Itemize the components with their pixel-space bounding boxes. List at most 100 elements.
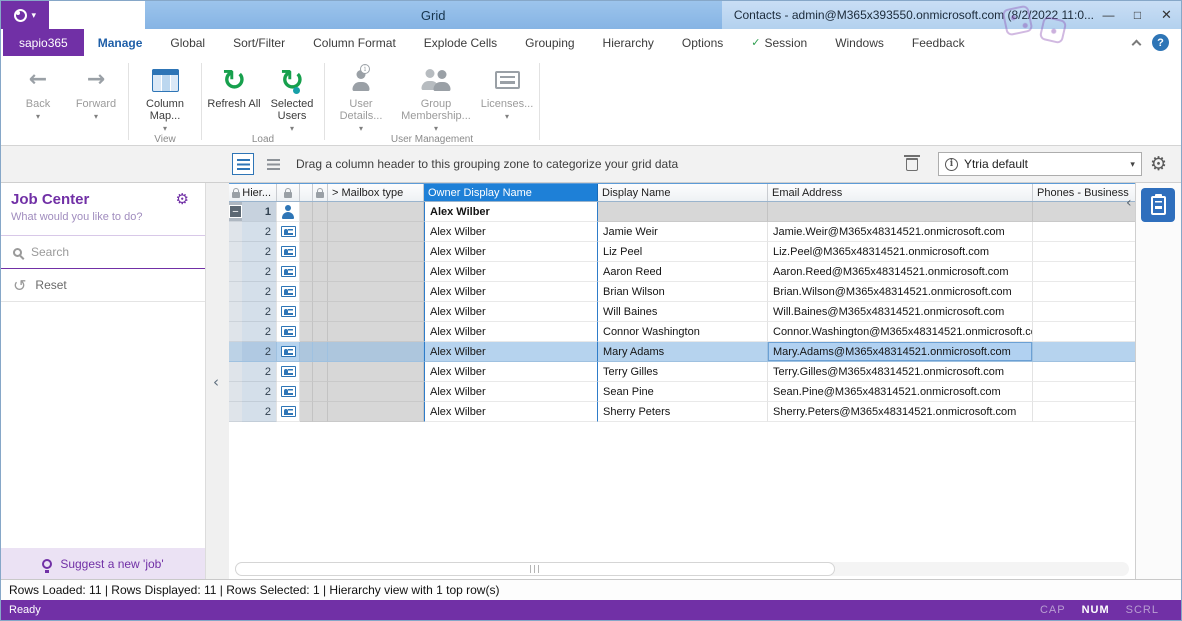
cell-expand[interactable] [229, 222, 242, 242]
cell-display-name[interactable]: Brian Wilson [598, 282, 768, 302]
cell-display-name[interactable]: Will Baines [598, 302, 768, 322]
cell-blank[interactable] [313, 302, 328, 322]
minimize-button[interactable]: — [1094, 1, 1123, 29]
view-mode-list-button[interactable] [262, 153, 284, 175]
cell-row-icon[interactable] [277, 382, 300, 402]
contact-row[interactable]: 2 Alex Wilber Jamie Weir Jamie.Weir@M365… [229, 222, 1135, 242]
cell-blank[interactable] [313, 282, 328, 302]
cell-email-address[interactable]: Mary.Adams@M365x48314521.onmicrosoft.com [768, 342, 1033, 362]
cell-email-address[interactable]: Connor.Washington@M365x48314521.onmicros… [768, 322, 1033, 342]
cell-email-address[interactable]: Aaron.Reed@M365x48314521.onmicrosoft.com [768, 262, 1033, 282]
column-header-phones-business[interactable]: Phones - Business [1033, 184, 1135, 201]
cell-row-icon[interactable] [277, 242, 300, 262]
collapse-ribbon-icon[interactable] [1132, 40, 1142, 50]
tab-windows[interactable]: Windows [821, 29, 898, 56]
contact-row[interactable]: 2 Alex Wilber Will Baines Will.Baines@M3… [229, 302, 1135, 322]
cell-mailbox-type[interactable] [328, 402, 424, 422]
cell-blank[interactable] [300, 282, 313, 302]
cell-hierarchy-level[interactable]: 2 [242, 242, 277, 262]
user-details-button[interactable]: i User Details... ▾ [328, 58, 394, 133]
cell-hierarchy-level[interactable]: 2 [242, 262, 277, 282]
cell-blank[interactable] [300, 322, 313, 342]
cell-phones-business[interactable] [1033, 382, 1135, 402]
cell-blank[interactable] [313, 362, 328, 382]
column-header-mailbox-type[interactable]: > Mailbox type [328, 184, 424, 201]
reset-button[interactable]: ↺ Reset [1, 269, 205, 302]
cell-blank[interactable] [313, 382, 328, 402]
cell-email-address[interactable] [768, 202, 1033, 222]
cell-expand[interactable] [229, 322, 242, 342]
contact-row[interactable]: 2 Alex Wilber Connor Washington Connor.W… [229, 322, 1135, 342]
cell-email-address[interactable]: Terry.Gilles@M365x48314521.onmicrosoft.c… [768, 362, 1033, 382]
cell-hierarchy-level[interactable]: 1 [242, 202, 277, 222]
cell-expand[interactable] [229, 342, 242, 362]
cell-display-name[interactable] [598, 202, 768, 222]
back-button[interactable]: ← Back ▾ [9, 58, 67, 121]
cell-blank[interactable] [300, 202, 313, 222]
cell-display-name[interactable]: Sherry Peters [598, 402, 768, 422]
cell-owner-display-name[interactable]: Alex Wilber [424, 202, 598, 222]
cell-owner-display-name[interactable]: Alex Wilber [424, 402, 598, 422]
cell-row-icon[interactable] [277, 402, 300, 422]
cell-expand[interactable] [229, 382, 242, 402]
cell-display-name[interactable]: Mary Adams [598, 342, 768, 362]
tab-grouping[interactable]: Grouping [511, 29, 588, 56]
cell-owner-display-name[interactable]: Alex Wilber [424, 362, 598, 382]
cell-expand[interactable] [229, 282, 242, 302]
tab-sort-filter[interactable]: Sort/Filter [219, 29, 299, 56]
cell-email-address[interactable]: Jamie.Weir@M365x48314521.onmicrosoft.com [768, 222, 1033, 242]
quick-access-caret-icon[interactable]: ▾ [32, 10, 37, 21]
tab-options[interactable]: Options [668, 29, 737, 56]
cell-blank[interactable] [300, 262, 313, 282]
contact-row[interactable]: 2 Alex Wilber Aaron Reed Aaron.Reed@M365… [229, 262, 1135, 282]
tab-global[interactable]: Global [156, 29, 219, 56]
cell-blank[interactable] [300, 222, 313, 242]
cell-row-icon[interactable] [277, 222, 300, 242]
expand-right-panel-icon[interactable]: ‹ [1126, 195, 1132, 211]
licenses-button[interactable]: Licenses... ▾ [478, 58, 536, 121]
cell-owner-display-name[interactable]: Alex Wilber [424, 222, 598, 242]
refresh-all-button[interactable]: ↻ Refresh All [205, 58, 263, 110]
job-search-input[interactable]: Search [1, 235, 205, 269]
cell-expand[interactable] [229, 402, 242, 422]
column-header-lock[interactable] [229, 184, 242, 201]
cell-mailbox-type[interactable] [328, 242, 424, 262]
cell-display-name[interactable]: Sean Pine [598, 382, 768, 402]
cell-blank[interactable] [313, 322, 328, 342]
cell-mailbox-type[interactable] [328, 262, 424, 282]
cell-row-icon[interactable] [277, 342, 300, 362]
cell-hierarchy-level[interactable]: 2 [242, 402, 277, 422]
column-header-owner-display-name[interactable]: Owner Display Name [424, 184, 598, 201]
cell-expand[interactable]: − [229, 202, 242, 222]
cell-display-name[interactable]: Connor Washington [598, 322, 768, 342]
horizontal-scrollbar[interactable] [235, 562, 1129, 576]
cell-row-icon[interactable] [277, 282, 300, 302]
cell-email-address[interactable]: Sean.Pine@M365x48314521.onmicrosoft.com [768, 382, 1033, 402]
cell-blank[interactable] [313, 262, 328, 282]
cell-blank[interactable] [300, 382, 313, 402]
contact-row[interactable]: 2 Alex Wilber Sherry Peters Sherry.Peter… [229, 402, 1135, 422]
cell-display-name[interactable]: Aaron Reed [598, 262, 768, 282]
cell-phones-business[interactable] [1033, 362, 1135, 382]
cell-hierarchy-level[interactable]: 2 [242, 302, 277, 322]
cell-mailbox-type[interactable] [328, 222, 424, 242]
cell-email-address[interactable]: Will.Baines@M365x48314521.onmicrosoft.co… [768, 302, 1033, 322]
column-header-email-address[interactable]: Email Address [768, 184, 1033, 201]
contact-row[interactable]: 2 Alex Wilber Liz Peel Liz.Peel@M365x483… [229, 242, 1135, 262]
cell-hierarchy-level[interactable]: 2 [242, 222, 277, 242]
collapse-sidebar-icon[interactable]: ‹ [213, 373, 219, 391]
cell-phones-business[interactable] [1033, 242, 1135, 262]
cell-blank[interactable] [300, 342, 313, 362]
tab-explode-cells[interactable]: Explode Cells [410, 29, 511, 56]
cell-blank[interactable] [300, 242, 313, 262]
cell-expand[interactable] [229, 302, 242, 322]
cell-owner-display-name[interactable]: Alex Wilber [424, 302, 598, 322]
tab-column-format[interactable]: Column Format [299, 29, 410, 56]
cell-owner-display-name[interactable]: Alex Wilber [424, 342, 598, 362]
cell-hierarchy-level[interactable]: 2 [242, 382, 277, 402]
cell-expand[interactable] [229, 362, 242, 382]
cell-mailbox-type[interactable] [328, 282, 424, 302]
cell-mailbox-type[interactable] [328, 202, 424, 222]
cell-hierarchy-level[interactable]: 2 [242, 322, 277, 342]
tab-hierarchy[interactable]: Hierarchy [589, 29, 668, 56]
